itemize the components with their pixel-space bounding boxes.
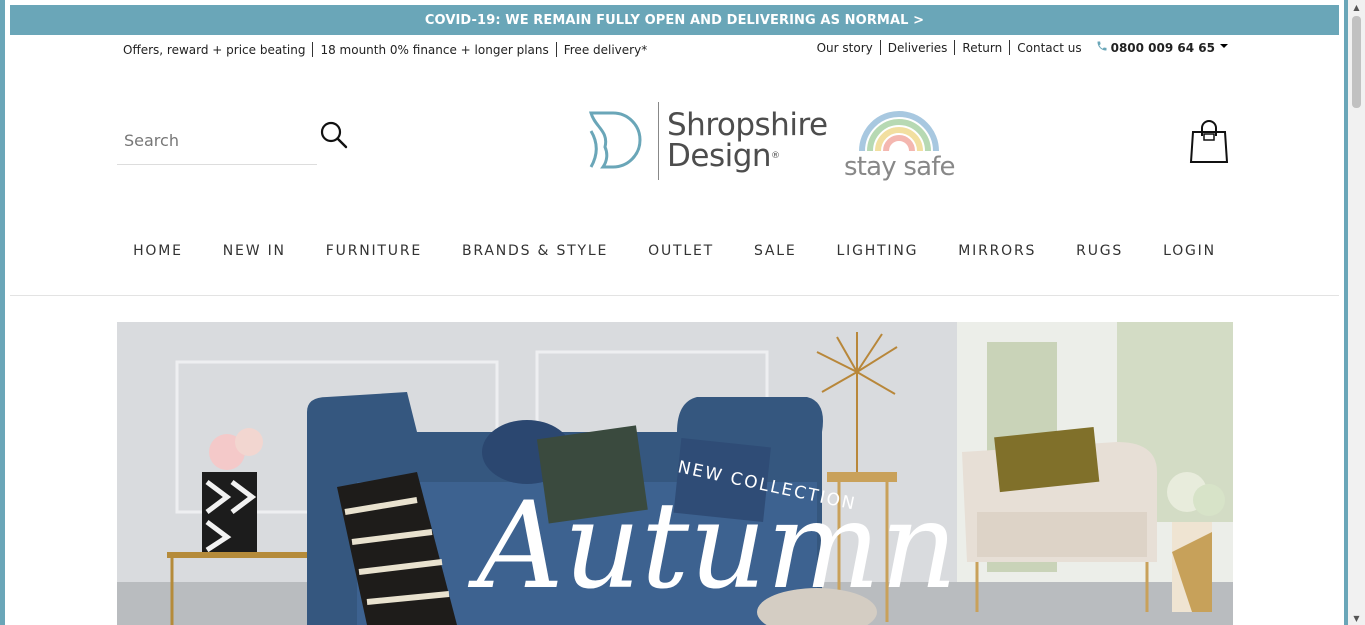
nav-rugs[interactable]: RUGS (1076, 243, 1123, 263)
link-contact-us[interactable]: Contact us (1017, 41, 1081, 55)
stay-safe-text: stay safe (844, 152, 956, 182)
hero-image: NEW COLLECTION Autumn (117, 322, 1233, 625)
scroll-down-icon[interactable]: ▼ (1348, 611, 1365, 625)
top-info-bar: Offers, reward + price beating 18 mounth… (5, 38, 1344, 64)
search-input[interactable] (122, 130, 316, 151)
main-nav: HOME NEW IN FURNITURE BRANDS & STYLE OUT… (5, 243, 1344, 263)
phone-number[interactable]: 0800 009 64 65 (1111, 41, 1215, 55)
caret-down-icon[interactable] (1220, 44, 1228, 48)
nav-home[interactable]: HOME (133, 243, 183, 263)
logo-mark-icon (589, 111, 642, 169)
search-icon[interactable] (319, 120, 349, 150)
hero-banner[interactable]: NEW COLLECTION Autumn (117, 322, 1233, 625)
search-box (117, 118, 317, 165)
page-scrollbar[interactable]: ▲ ▼ (1348, 0, 1365, 625)
banner-text[interactable]: COVID-19: WE REMAIN FULLY OPEN AND DELIV… (425, 13, 924, 28)
top-offers: Offers, reward + price beating 18 mounth… (123, 42, 647, 57)
offer-text: Offers, reward + price beating (123, 42, 306, 57)
scrollbar-thumb[interactable] (1352, 16, 1361, 108)
separator (1009, 40, 1011, 55)
bag-icon[interactable] (1187, 118, 1231, 166)
separator (555, 42, 557, 57)
offer-text: 18 mounth 0% finance + longer plans (320, 42, 549, 57)
nav-login[interactable]: LOGIN (1163, 243, 1216, 263)
link-deliveries[interactable]: Deliveries (888, 41, 948, 55)
nav-brands-style[interactable]: BRANDS & STYLE (462, 243, 608, 263)
rainbow-icon (859, 111, 939, 152)
stay-safe-badge: stay safe (840, 96, 960, 191)
logo-line2: Design® (667, 138, 780, 174)
logo-divider (658, 102, 659, 180)
logo-text: Shropshire Design® (667, 110, 828, 172)
header-divider (10, 295, 1339, 296)
separator (879, 40, 881, 55)
scroll-up-icon[interactable]: ▲ (1348, 0, 1365, 14)
phone-icon (1096, 40, 1108, 55)
nav-new-in[interactable]: NEW IN (223, 243, 286, 263)
top-links: Our story Deliveries Return Contact us 0… (817, 40, 1228, 55)
phone-dropdown[interactable]: 0800 009 64 65 (1096, 40, 1228, 55)
separator (312, 42, 314, 57)
nav-sale[interactable]: SALE (754, 243, 797, 263)
offer-text: Free delivery* (563, 42, 648, 57)
covid-banner[interactable]: COVID-19: WE REMAIN FULLY OPEN AND DELIV… (10, 5, 1339, 35)
separator (954, 40, 956, 55)
nav-mirrors[interactable]: MIRRORS (958, 243, 1036, 263)
link-our-story[interactable]: Our story (817, 41, 873, 55)
logo-line1: Shropshire (667, 107, 828, 143)
nav-furniture[interactable]: FURNITURE (326, 243, 422, 263)
hero-script-text: Autumn (467, 477, 958, 616)
nav-outlet[interactable]: OUTLET (648, 243, 714, 263)
link-return[interactable]: Return (962, 41, 1002, 55)
page: COVID-19: WE REMAIN FULLY OPEN AND DELIV… (5, 0, 1344, 625)
nav-lighting[interactable]: LIGHTING (837, 243, 919, 263)
site-logo[interactable]: Shropshire Design® (585, 100, 828, 184)
